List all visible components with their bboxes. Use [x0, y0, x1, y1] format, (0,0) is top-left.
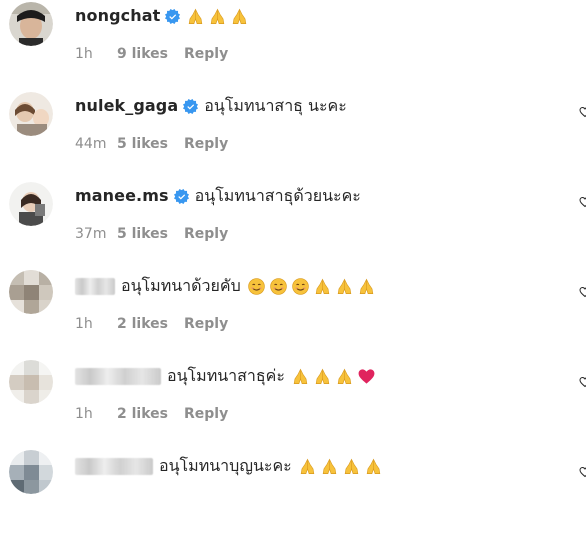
comment-line: อนุโมทนาสาธุค่ะ	[75, 364, 376, 388]
comment-meta: 37m 5 likes Reply	[75, 224, 228, 244]
smiling-face-emoji-icon	[291, 277, 310, 296]
avatar[interactable]	[9, 450, 53, 494]
comment-line: manee.ms อนุโมทนาสาธุด้วยนะคะ	[75, 184, 361, 208]
reply-button[interactable]: Reply	[184, 136, 228, 152]
comment-username[interactable]: nulek_gaga	[75, 94, 178, 118]
comment-line: nulek_gaga อนุโมทนาสาธุ นะคะ	[75, 94, 347, 118]
comment-likes[interactable]: 5 likes	[117, 226, 168, 242]
verified-badge-icon	[183, 98, 199, 114]
reply-button[interactable]: Reply	[184, 406, 228, 422]
reply-button[interactable]: Reply	[184, 46, 228, 62]
avatar[interactable]	[9, 182, 53, 226]
comment-likes[interactable]: 2 likes	[117, 406, 168, 422]
heart-like-icon[interactable]	[579, 466, 586, 478]
folded-hands-emoji-icon	[335, 367, 354, 386]
comment-text: อนุโมทนาสาธุด้วยนะคะ	[194, 186, 361, 205]
comment-likes[interactable]: 2 likes	[117, 316, 168, 332]
comment-text: อนุโมทนาสาธุ นะคะ	[204, 96, 347, 115]
comment-meta: 1h 9 likes Reply	[75, 44, 228, 64]
folded-hands-emoji-icon	[335, 277, 354, 296]
comment-item: อนุโมทนาบุญนะคะ	[0, 450, 586, 536]
avatar[interactable]	[9, 270, 53, 314]
comment-item: อนุโมทนาสาธุค่ะ 1h 2 likes Reply	[0, 360, 586, 446]
comment-meta: 44m 5 likes Reply	[75, 134, 228, 154]
comment-item: nongchat 1h 9 likes Reply	[0, 0, 586, 86]
comment-item: อนุโมทนาด้วยคับ 1h 2 likes Reply	[0, 270, 586, 356]
avatar[interactable]	[9, 2, 53, 46]
comment-line: อนุโมทนาด้วยคับ	[75, 274, 376, 298]
smiling-face-emoji-icon	[247, 277, 266, 296]
comment-likes[interactable]: 9 likes	[117, 46, 168, 62]
folded-hands-emoji-icon	[298, 457, 317, 476]
reply-button[interactable]: Reply	[184, 316, 228, 332]
emoji-row	[186, 7, 249, 26]
comment-line: nongchat	[75, 4, 249, 28]
comment-time: 1h	[75, 316, 93, 332]
comment-line: อนุโมทนาบุญนะคะ	[75, 454, 383, 478]
comment-time: 44m	[75, 136, 107, 152]
comment-text: อนุโมทนาบุญนะคะ	[159, 456, 292, 475]
blurred-username[interactable]	[75, 367, 161, 385]
comment-username[interactable]: nongchat	[75, 4, 160, 28]
folded-hands-emoji-icon	[357, 277, 376, 296]
comment-username[interactable]: manee.ms	[75, 184, 169, 208]
folded-hands-emoji-icon	[320, 457, 339, 476]
folded-hands-emoji-icon	[364, 457, 383, 476]
comment-item: manee.ms อนุโมทนาสาธุด้วยนะคะ 37m 5 like…	[0, 180, 586, 266]
comment-time: 1h	[75, 406, 93, 422]
verified-badge-icon	[173, 188, 189, 204]
folded-hands-emoji-icon	[313, 277, 332, 296]
folded-hands-emoji-icon	[208, 7, 227, 26]
avatar[interactable]	[9, 360, 53, 404]
reply-button[interactable]: Reply	[184, 226, 228, 242]
red-heart-emoji-icon	[357, 367, 376, 386]
heart-like-icon[interactable]	[579, 106, 586, 118]
comment-text: อนุโมทนาสาธุค่ะ	[167, 366, 285, 385]
heart-like-icon[interactable]	[579, 286, 586, 298]
folded-hands-emoji-icon	[186, 7, 205, 26]
folded-hands-emoji-icon	[230, 7, 249, 26]
emoji-row	[291, 367, 376, 386]
comment-time: 1h	[75, 46, 93, 62]
verified-badge-icon	[165, 8, 181, 24]
heart-like-icon[interactable]	[579, 376, 586, 388]
comments-list: nongchat 1h 9 likes Reply nulek_gaga อนุ…	[0, 0, 586, 496]
comment-likes[interactable]: 5 likes	[117, 136, 168, 152]
comment-meta: 1h 2 likes Reply	[75, 314, 228, 334]
comment-time: 37m	[75, 226, 107, 242]
emoji-row	[247, 277, 376, 296]
folded-hands-emoji-icon	[291, 367, 310, 386]
heart-like-icon[interactable]	[579, 196, 586, 208]
blurred-username[interactable]	[75, 457, 153, 475]
emoji-row	[298, 457, 383, 476]
folded-hands-emoji-icon	[313, 367, 332, 386]
avatar[interactable]	[9, 92, 53, 136]
folded-hands-emoji-icon	[342, 457, 361, 476]
comment-text: อนุโมทนาด้วยคับ	[121, 276, 241, 295]
blurred-username[interactable]	[75, 277, 115, 295]
comment-item: nulek_gaga อนุโมทนาสาธุ นะคะ 44m 5 likes…	[0, 90, 586, 176]
smiling-face-emoji-icon	[269, 277, 288, 296]
comment-meta: 1h 2 likes Reply	[75, 404, 228, 424]
